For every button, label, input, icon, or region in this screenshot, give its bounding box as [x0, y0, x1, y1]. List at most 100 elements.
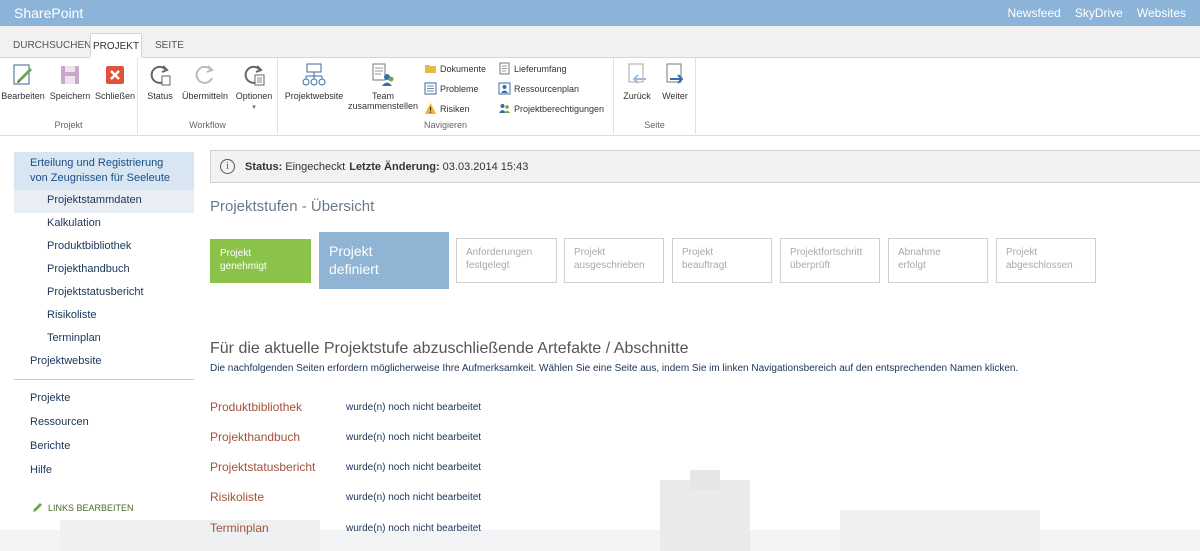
nav-item-projekthandbuch[interactable]: Projekthandbuch: [14, 259, 194, 282]
submit-label: Übermitteln: [181, 91, 228, 101]
project-permissions-label: Projektberechtigungen: [514, 103, 605, 114]
brand-title: SharePoint: [14, 5, 84, 21]
assemble-team-label: Team zusammenstellen: [347, 91, 419, 111]
risks-button[interactable]: Risiken: [424, 102, 470, 115]
deliverables-label: Lieferumfang: [514, 63, 567, 74]
nav-item-hilfe[interactable]: Hilfe: [14, 460, 194, 484]
deliverables-button[interactable]: Lieferumfang: [498, 62, 567, 75]
forward-button[interactable]: Weiter: [658, 62, 692, 101]
close-icon: [106, 66, 124, 84]
risks-label: Risiken: [440, 103, 470, 114]
artifact-status: wurde(n) noch nicht bearbeitet: [346, 432, 482, 443]
document-icon: [499, 62, 510, 75]
options-button[interactable]: Optionen ▾: [233, 62, 275, 111]
close-button[interactable]: Schließen: [93, 62, 137, 101]
stage-label: Projekt beauftragt: [682, 247, 728, 271]
nav-item-risikoliste[interactable]: Risikoliste: [14, 305, 194, 328]
edit-links-label: LINKS BEARBEITEN: [48, 502, 134, 513]
nav-item-projekte[interactable]: Projekte: [14, 388, 194, 412]
chevron-down-icon: ▾: [252, 104, 256, 111]
people-icon: [499, 104, 510, 113]
nav-item-produktbibliothek[interactable]: Produktbibliothek: [14, 236, 194, 259]
edit-icon: [13, 64, 32, 85]
forward-arrow-icon: [666, 63, 684, 84]
close-label: Schließen: [94, 91, 136, 101]
assemble-team-button[interactable]: Team zusammenstellen: [346, 62, 420, 111]
list-icon: [424, 82, 437, 95]
save-label: Speichern: [49, 91, 91, 101]
submit-icon: [195, 65, 214, 84]
tab-durchsuchen[interactable]: DURCHSUCHEN: [13, 33, 91, 58]
artifacts-heading: Für die aktuelle Projektstufe abzuschlie…: [210, 340, 689, 357]
left-navigation: Erteilung und Registrierung von Zeugniss…: [14, 152, 194, 513]
resource-plan-label: Ressourcenplan: [514, 83, 580, 94]
stage-label: Abnahme erfolgt: [898, 247, 941, 271]
artifact-link[interactable]: Projekthandbuch: [210, 430, 300, 444]
status-label: Status:: [245, 160, 283, 173]
artifact-link[interactable]: Terminplan: [210, 521, 269, 535]
artifact-status: wurde(n) noch nicht bearbeitet: [346, 402, 482, 413]
artifact-link[interactable]: Risikoliste: [210, 490, 264, 504]
suite-bar: SharePoint Newsfeed SkyDrive Websites: [0, 0, 1200, 26]
group-workflow-label: Workflow: [189, 120, 226, 130]
artifact-link[interactable]: Produktbibliothek: [210, 400, 302, 414]
problems-label: Probleme: [440, 83, 479, 94]
nav-project-title[interactable]: Erteilung und Registrierung von Zeugniss…: [14, 152, 194, 190]
group-workflow: Status Übermitteln Optionen ▾ Workflow: [138, 58, 278, 134]
tab-seite[interactable]: SEITE: [155, 33, 184, 58]
edit-label: Bearbeiten: [1, 91, 45, 101]
stage-box: Projekt ausgeschrieben: [564, 238, 664, 283]
sitemap-icon: [302, 63, 326, 86]
artifact-row: Projektstatusbericht wurde(n) noch nicht…: [210, 460, 610, 476]
nav-item-ressourcen[interactable]: Ressourcen: [14, 412, 194, 436]
status-value: Eingecheckt: [285, 160, 346, 173]
edit-button[interactable]: Bearbeiten: [1, 62, 45, 101]
skydrive-link[interactable]: SkyDrive: [1075, 6, 1123, 20]
status-button[interactable]: Status: [144, 62, 176, 101]
last-changed-label: Letzte Änderung:: [349, 160, 440, 173]
group-projekt-label: Projekt: [54, 120, 83, 130]
forward-label: Weiter: [662, 91, 688, 101]
artifact-status: wurde(n) noch nicht bearbeitet: [346, 462, 482, 473]
back-arrow-icon: [628, 63, 646, 84]
back-button[interactable]: Zurück: [620, 62, 654, 101]
ribbon-tabs: DURCHSUCHEN PROJEKT SEITE: [0, 26, 1200, 58]
stage-label: Projektfortschritt überprüft: [790, 247, 863, 271]
submit-button[interactable]: Übermitteln: [180, 62, 230, 101]
stage-box: Projektfortschritt überprüft: [780, 238, 880, 283]
stage-box: Projekt abgeschlossen: [996, 238, 1096, 283]
project-website-button[interactable]: Projektwebsite: [284, 62, 344, 101]
project-website-label: Projektwebsite: [284, 91, 344, 101]
artifact-row: Produktbibliothek wurde(n) noch nicht be…: [210, 400, 610, 416]
problems-button[interactable]: Probleme: [424, 82, 479, 95]
group-seite-label: Seite: [644, 120, 665, 130]
save-button[interactable]: Speichern: [48, 62, 92, 101]
artifact-status: wurde(n) noch nicht bearbeitet: [346, 523, 482, 534]
stage-label: Projekt abgeschlossen: [1006, 247, 1073, 271]
save-icon: [61, 66, 79, 84]
project-permissions-button[interactable]: Projektberechtigungen: [498, 102, 604, 115]
stage-box: Anforderungen festgelegt: [456, 238, 557, 283]
back-label: Zurück: [623, 91, 651, 101]
websites-link[interactable]: Websites: [1137, 6, 1186, 20]
options-icon: [244, 65, 265, 86]
resource-plan-button[interactable]: Ressourcenplan: [498, 82, 579, 95]
newsfeed-link[interactable]: Newsfeed: [1007, 6, 1060, 20]
nav-item-berichte[interactable]: Berichte: [14, 436, 194, 460]
tab-projekt[interactable]: PROJEKT: [90, 33, 142, 58]
documents-button[interactable]: Dokumente: [424, 62, 486, 75]
nav-item-projektstammdaten[interactable]: Projektstammdaten: [14, 190, 194, 213]
stage-label: Projekt definiert: [329, 243, 379, 277]
artifact-link[interactable]: Projektstatusbericht: [210, 460, 315, 474]
folder-icon: [425, 65, 436, 73]
nav-item-terminplan[interactable]: Terminplan: [14, 328, 194, 351]
nav-divider: [14, 379, 194, 380]
stages-heading: Projektstufen - Übersicht: [210, 198, 375, 215]
nav-item-projektstatusbericht[interactable]: Projektstatusbericht: [14, 282, 194, 305]
group-projekt: Bearbeiten Speichern Schließen Projekt: [0, 58, 138, 134]
group-navigieren-label: Navigieren: [423, 120, 468, 130]
pencil-icon: [33, 503, 42, 512]
edit-links-button[interactable]: LINKS BEARBEITEN: [14, 484, 194, 513]
nav-item-kalkulation[interactable]: Kalkulation: [14, 213, 194, 236]
nav-item-projektwebsite[interactable]: Projektwebsite: [14, 351, 194, 375]
